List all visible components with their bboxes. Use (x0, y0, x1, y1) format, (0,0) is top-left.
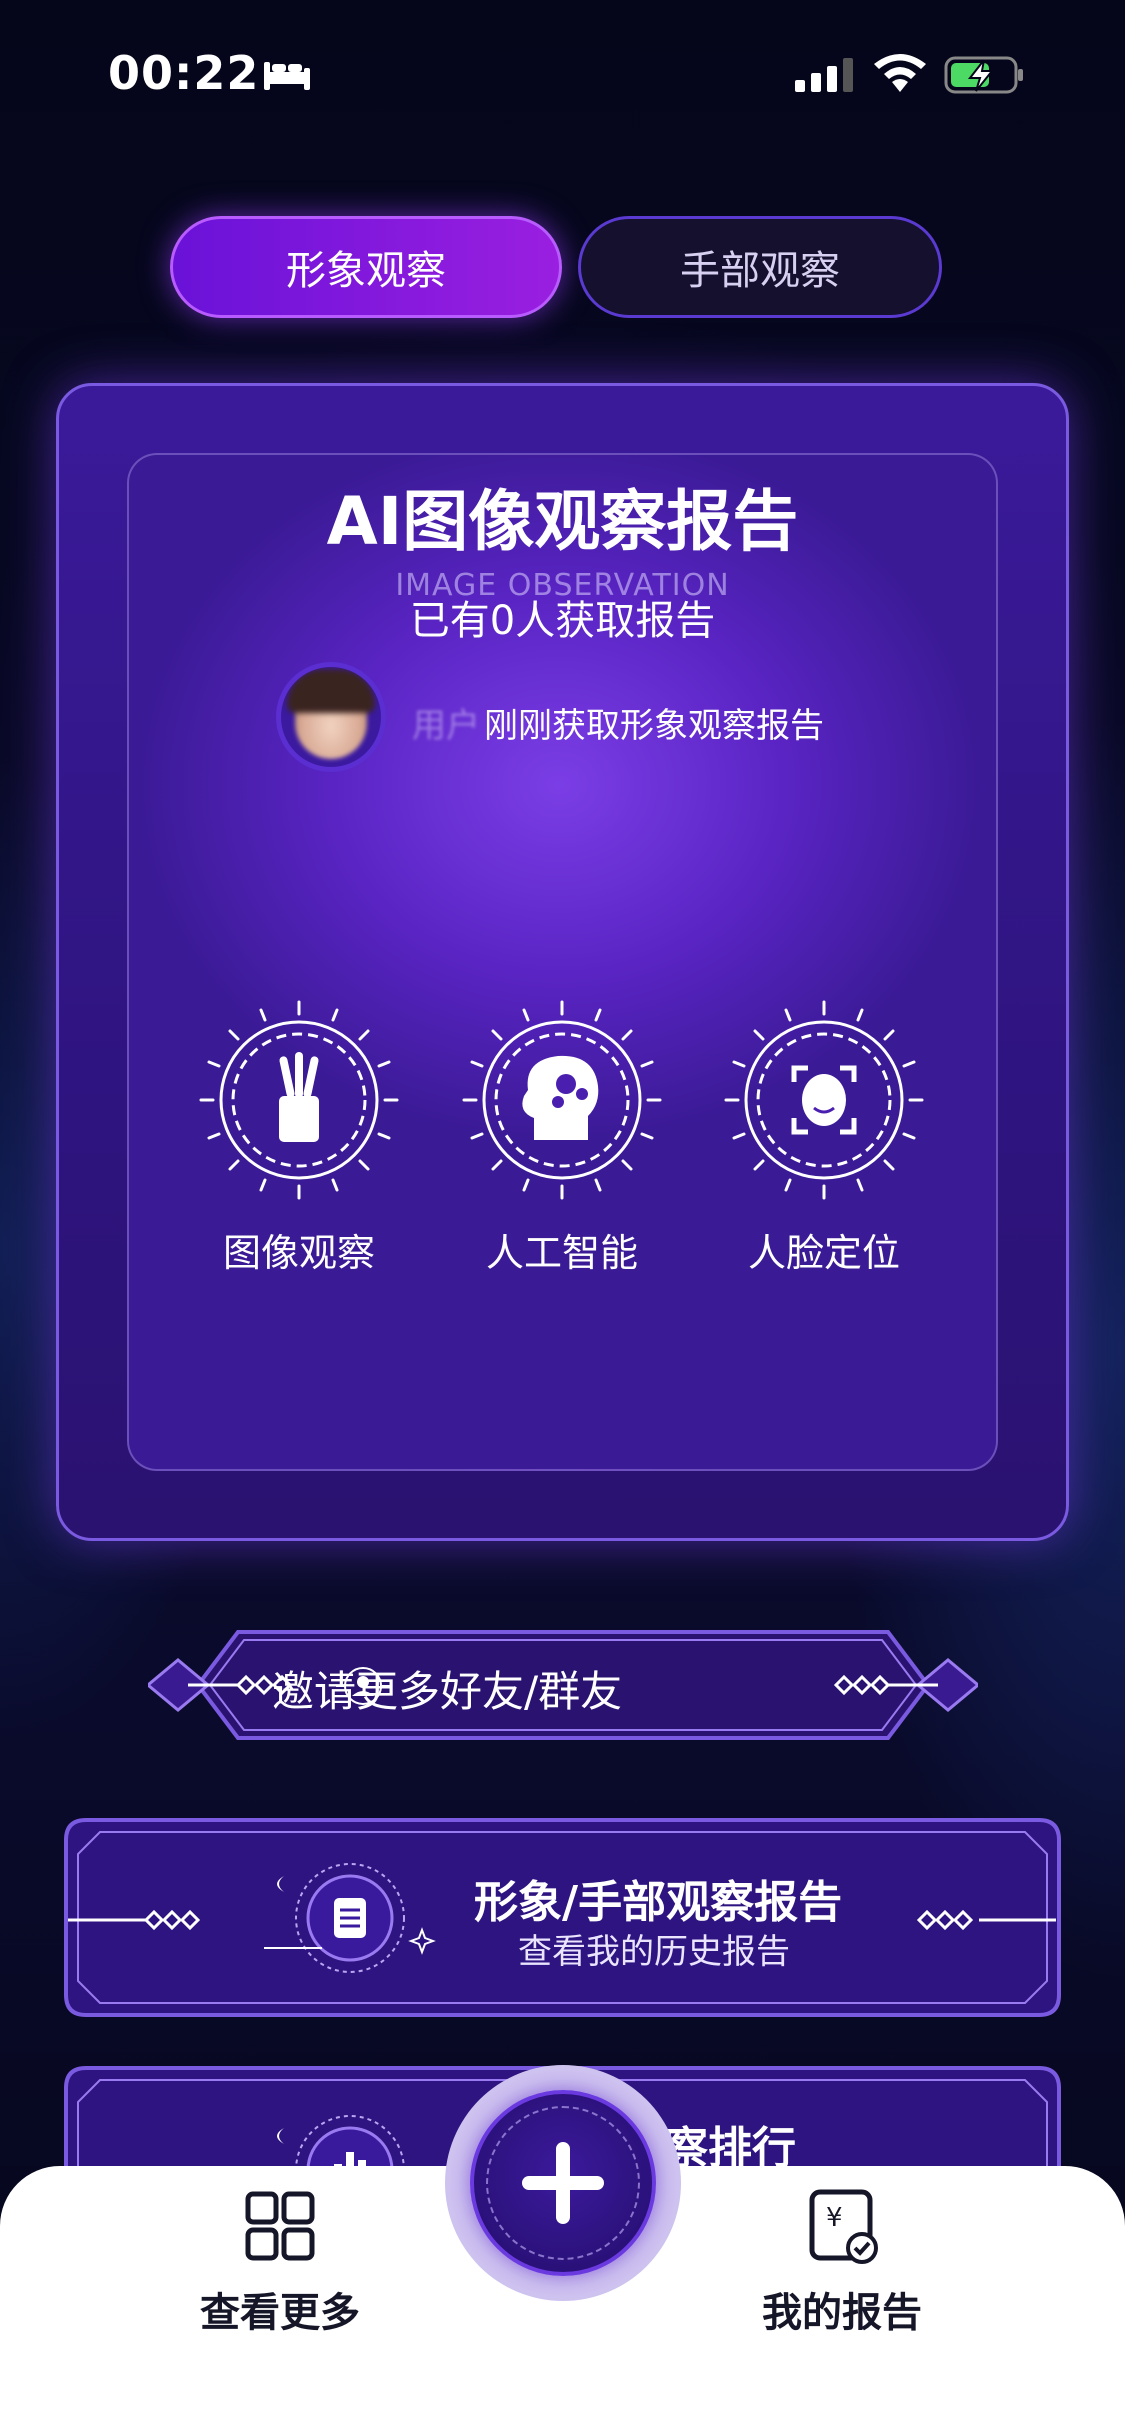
nav-label: 查看更多 (200, 2290, 360, 2336)
history-banner-title: 形象/手部观察报告 (474, 1877, 843, 1928)
feature-image-observation: 图像观察 (199, 1000, 399, 1277)
brush-cup-icon (199, 1000, 399, 1200)
feature-label: 人工智能 (485, 1231, 638, 1275)
add-button[interactable] (470, 2090, 656, 2276)
recent-user-name: 用户 (412, 706, 480, 746)
tab-hand-observation[interactable]: 手部观察 (578, 216, 942, 318)
svg-text:¥: ¥ (826, 2203, 843, 2233)
feature-label: 人脸定位 (747, 1231, 900, 1275)
face-scan-icon (724, 1000, 924, 1200)
nav-my-reports[interactable]: ¥ 我的报告 (722, 2186, 962, 2338)
grid-icon (245, 2191, 315, 2261)
feature-face-location: 人脸定位 (724, 1000, 924, 1277)
history-banner-subtitle: 查看我的历史报告 (518, 1932, 790, 1972)
sleep-focus-icon (264, 62, 310, 90)
cellular-signal-icon (795, 58, 853, 92)
ai-head-icon (462, 1000, 662, 1200)
tab-image-observation[interactable]: 形象观察 (170, 216, 562, 318)
plus-icon (522, 2142, 604, 2224)
avatar (276, 662, 386, 772)
recent-activity-text: 刚刚获取形象观察报告 (484, 706, 824, 746)
nav-view-more[interactable]: 查看更多 (160, 2186, 400, 2338)
feature-ai: 人工智能 (462, 1000, 662, 1277)
battery-charging-icon (944, 56, 1023, 94)
report-yen-icon: ¥ (809, 2189, 878, 2264)
invite-label: 邀请更多好友/群友 (272, 1667, 623, 1716)
status-time: 00:22 (108, 46, 260, 100)
wifi-icon (874, 54, 926, 92)
feature-label: 图像观察 (222, 1231, 375, 1275)
report-user-count: 已有0人获取报告 (409, 598, 716, 644)
status-bar: 00:22 (0, 0, 1125, 150)
report-title: AI图像观察报告 (326, 483, 799, 560)
nav-label: 我的报告 (762, 2290, 922, 2336)
document-icon (264, 1863, 436, 1973)
